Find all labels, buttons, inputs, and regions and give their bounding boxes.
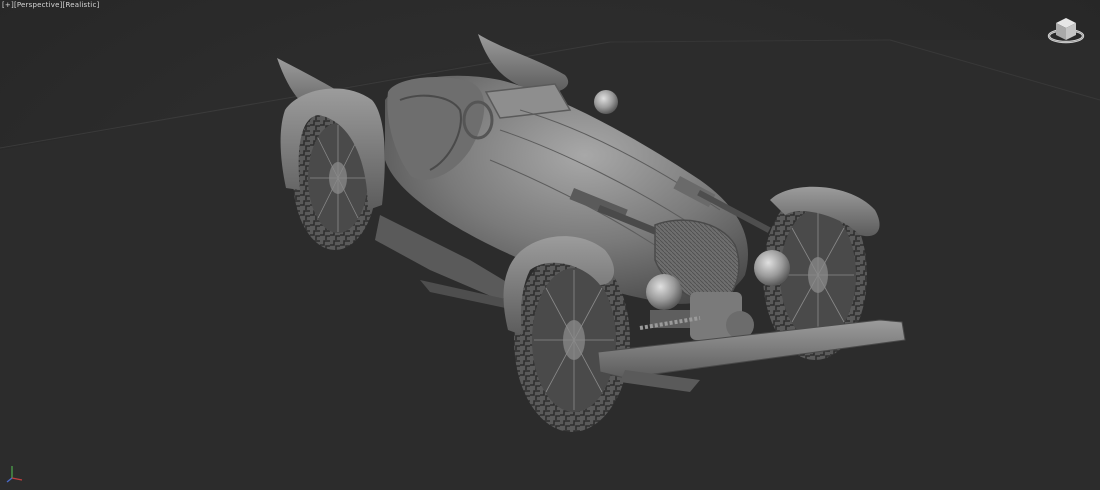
viewport-label: [+] [Perspective] [Realistic] [2, 1, 99, 9]
headlight-right [754, 250, 790, 286]
side-spotlight [594, 90, 618, 114]
axis-tripod-icon [6, 466, 23, 483]
viewport-menu-plus[interactable]: [+] [2, 1, 14, 9]
viewport-menu-view[interactable]: [Perspective] [14, 1, 63, 9]
viewcube-icon[interactable] [1046, 14, 1086, 46]
viewport[interactable]: [+] [Perspective] [Realistic] [0, 0, 1100, 490]
headlight-left [646, 274, 682, 310]
viewport-menu-shading[interactable]: [Realistic] [63, 1, 100, 9]
scene-3d-model[interactable] [0, 0, 1100, 490]
